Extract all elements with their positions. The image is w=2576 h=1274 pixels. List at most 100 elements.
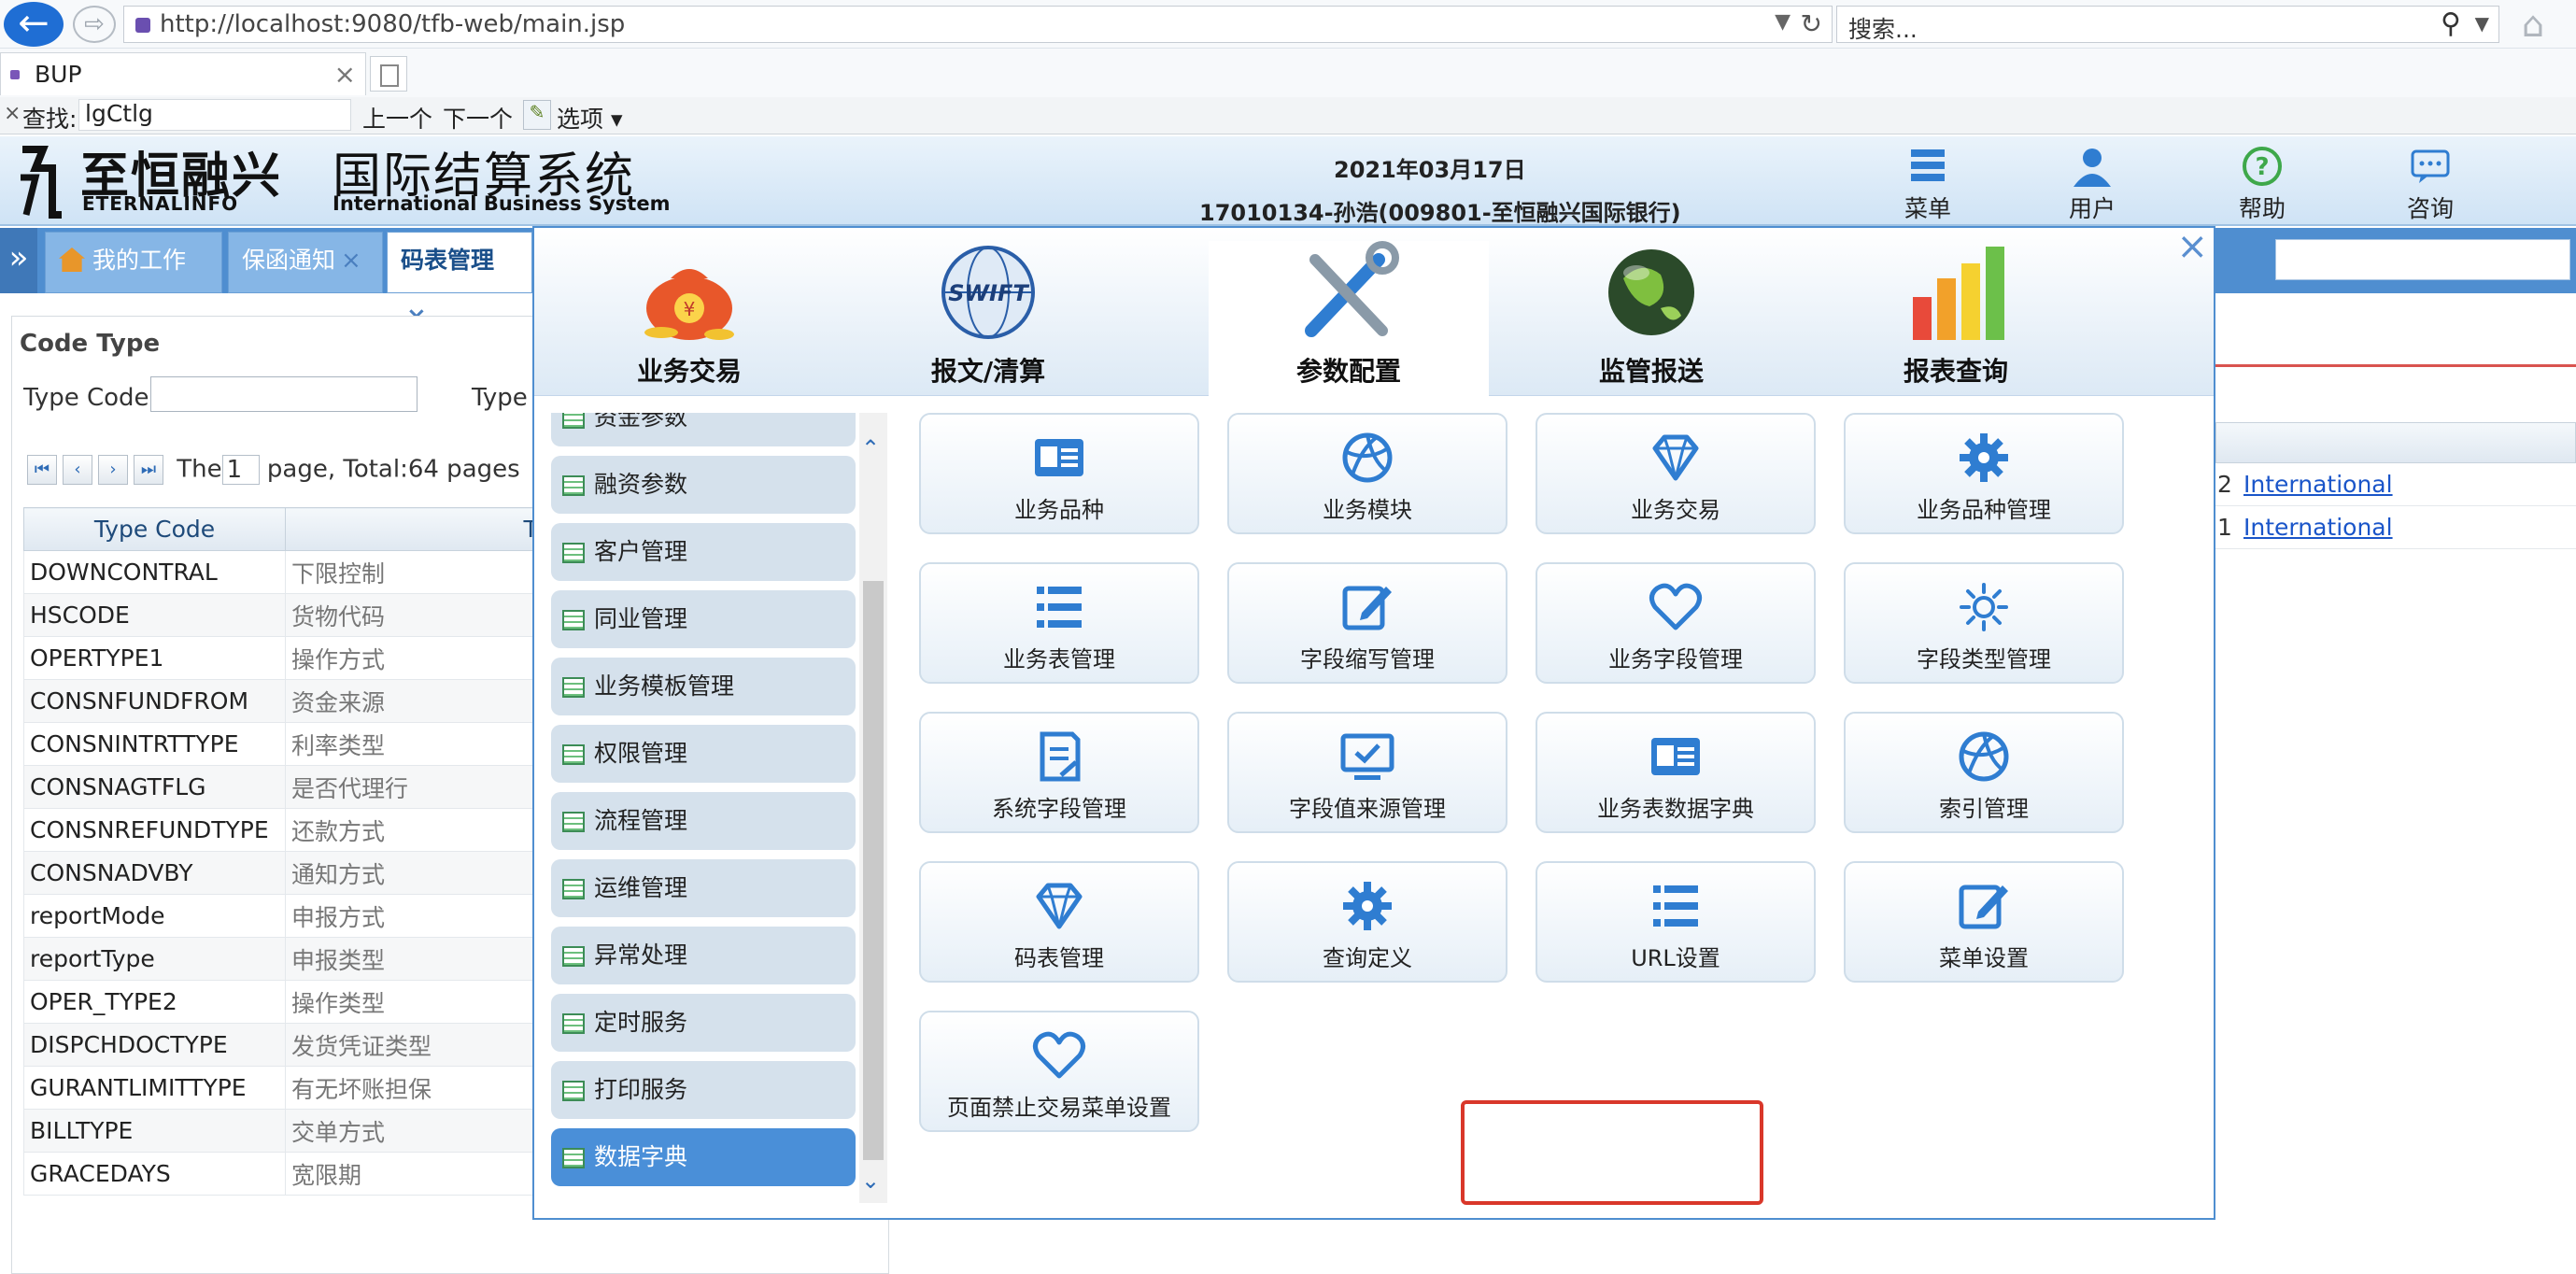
type-code-cell: reportMode	[23, 894, 286, 938]
consult-button[interactable]: 咨询	[2384, 146, 2477, 224]
prev-page-icon[interactable]: ‹	[63, 455, 92, 485]
side-menu-item[interactable]: 权限管理	[551, 725, 856, 783]
category-business-transaction[interactable]: ¥ 业务交易	[549, 241, 829, 396]
menu-tile[interactable]: 业务交易	[1536, 413, 1816, 534]
expand-sidebar-button[interactable]: »	[0, 228, 37, 293]
type-code-input[interactable]	[150, 376, 418, 412]
pager-prefix: The	[177, 455, 222, 484]
search-dropdown-icon[interactable]: ▼	[2475, 12, 2489, 35]
user-button[interactable]: 用户	[2045, 146, 2139, 224]
side-menu-item[interactable]: 数据字典	[551, 1128, 856, 1186]
help-button[interactable]: ? 帮助	[2215, 146, 2309, 224]
table-row[interactable]: 2 International	[2215, 465, 2576, 506]
side-menu-item[interactable]: 资金参数	[551, 413, 856, 446]
side-menu-item[interactable]: 业务模板管理	[551, 658, 856, 715]
close-find-icon[interactable]: ×	[4, 102, 21, 125]
menu-search-input[interactable]	[2275, 239, 2570, 280]
new-tab-button[interactable]	[370, 56, 407, 92]
row-link[interactable]: International	[2243, 514, 2393, 541]
side-menu-item[interactable]: 打印服务	[551, 1061, 856, 1119]
category-parameter-config[interactable]: 参数配置	[1209, 241, 1489, 396]
menu-tile[interactable]: 字段类型管理	[1844, 562, 2124, 684]
side-list-scrollbar[interactable]: ⌃ ⌄	[859, 413, 887, 1203]
sun-icon	[1960, 583, 2008, 631]
scrollbar-thumb[interactable]	[863, 581, 884, 1160]
menu-tile[interactable]: 业务品种管理	[1844, 413, 2124, 534]
browser-tab-row: BUP ×	[0, 49, 2576, 97]
side-menu-item[interactable]: 流程管理	[551, 792, 856, 850]
pager: ⏮ ‹ › ⏭ The 1 page, Total:64 pages	[27, 455, 520, 485]
table-row[interactable]: 1 International	[2215, 508, 2576, 549]
type-code-cell: CONSNREFUNDTYPE	[23, 808, 286, 852]
browser-search-input[interactable]: 搜索... ⚲ ▼	[1836, 6, 2499, 43]
earth-icon	[1608, 249, 1694, 335]
find-options-button[interactable]: 选项 ▾	[557, 101, 623, 134]
close-icon[interactable]: ×	[2176, 228, 2208, 265]
app-header: 至恒融兴 ETERNALINFO 国际结算系统 International Bu…	[0, 136, 2576, 226]
menu-tile[interactable]: 业务模块	[1227, 413, 1507, 534]
menu-tile[interactable]: 业务表数据字典	[1536, 712, 1816, 833]
current-user: 17010134-孙浩(009801-至恒融兴国际银行)	[1199, 200, 1681, 226]
menu-tile[interactable]: 索引管理	[1844, 712, 2124, 833]
menu-tile[interactable]: 页面禁止交易菜单设置	[919, 1011, 1199, 1132]
menu-tile[interactable]: 业务表管理	[919, 562, 1199, 684]
search-icon[interactable]: ⚲	[2441, 7, 2461, 40]
menu-tile[interactable]: 业务品种	[919, 413, 1199, 534]
side-menu-item[interactable]: 定时服务	[551, 994, 856, 1052]
url-dropdown-icon[interactable]: ▼	[1775, 10, 1790, 34]
logo-mark-icon	[21, 146, 62, 219]
menu-tile[interactable]: 查询定义	[1227, 861, 1507, 983]
side-menu-item[interactable]: 异常处理	[551, 927, 856, 984]
help-icon: ?	[2243, 147, 2282, 186]
menu-tile[interactable]: 码表管理	[919, 861, 1199, 983]
scroll-down-icon[interactable]: ⌄	[861, 1168, 880, 1194]
tab-workbench[interactable]: 我的工作台	[45, 232, 222, 330]
menu-tile[interactable]: 菜单设置	[1844, 861, 2124, 983]
category-message-clearing[interactable]: SWIFT 报文/清算	[848, 241, 1128, 396]
tab-guarantee-notice[interactable]: 保函通知 ×	[228, 232, 383, 293]
menu-tile-label: URL设置	[1631, 945, 1720, 971]
side-menu-item[interactable]: 客户管理	[551, 523, 856, 581]
menu-tile-label: 业务表管理	[1003, 646, 1115, 672]
last-page-icon[interactable]: ⏭	[134, 455, 163, 485]
svg-text:¥: ¥	[684, 298, 696, 320]
category-regulatory-report[interactable]: 监管报送	[1511, 241, 1791, 396]
menu-tile[interactable]: URL设置	[1536, 861, 1816, 983]
row-link[interactable]: International	[2243, 471, 2393, 498]
menu-button-label: 菜单	[1904, 195, 1951, 222]
home-icon[interactable]: ⌂	[2522, 4, 2544, 45]
find-input[interactable]: lgCtlg	[78, 99, 351, 131]
first-page-icon[interactable]: ⏮	[27, 455, 57, 485]
type-code-cell: CONSNINTRTTYPE	[23, 722, 286, 766]
swift-globe-icon: SWIFT	[941, 246, 1035, 339]
side-menu-item[interactable]: 同业管理	[551, 590, 856, 648]
scroll-up-icon[interactable]: ⌃	[861, 435, 880, 461]
url-field[interactable]: http://localhost:9080/tfb-web/main.jsp ▼…	[123, 6, 1833, 43]
menu-tile[interactable]: 字段缩写管理	[1227, 562, 1507, 684]
next-page-icon[interactable]: ›	[98, 455, 128, 485]
browser-tab[interactable]: BUP ×	[0, 52, 366, 95]
refresh-icon[interactable]: ↻	[1801, 8, 1822, 39]
tools-icon	[1305, 241, 1399, 337]
side-menu-item[interactable]: 运维管理	[551, 859, 856, 917]
page-input[interactable]: 1	[221, 455, 260, 485]
forward-button[interactable]: ⇨	[73, 6, 116, 43]
highlight-pen-icon[interactable]: ✎	[523, 100, 551, 130]
close-tab-icon[interactable]: ×	[341, 247, 361, 275]
menu-button[interactable]: 菜单	[1881, 146, 1974, 224]
back-button[interactable]: ←	[4, 2, 64, 47]
close-tab-icon[interactable]: ×	[334, 59, 356, 90]
category-report-query[interactable]: 报表查询	[1816, 241, 2096, 396]
menu-tile[interactable]: 业务字段管理	[1536, 562, 1816, 684]
tab-code-table[interactable]: 码表管理×	[387, 232, 532, 331]
menu-tile[interactable]: 系统字段管理	[919, 712, 1199, 833]
find-prev-button[interactable]: 上一个	[362, 101, 432, 134]
column-header-type-code[interactable]: Type Code	[23, 507, 286, 551]
menu-tile-label: 业务表数据字典	[1597, 796, 1754, 822]
menu-tile[interactable]: 字段值来源管理	[1227, 712, 1507, 833]
table-icon	[562, 543, 585, 563]
favicon-icon	[135, 18, 150, 33]
find-next-button[interactable]: 下一个	[443, 101, 513, 134]
code-type-title: Code Type	[20, 330, 161, 358]
side-menu-item[interactable]: 融资参数	[551, 456, 856, 514]
